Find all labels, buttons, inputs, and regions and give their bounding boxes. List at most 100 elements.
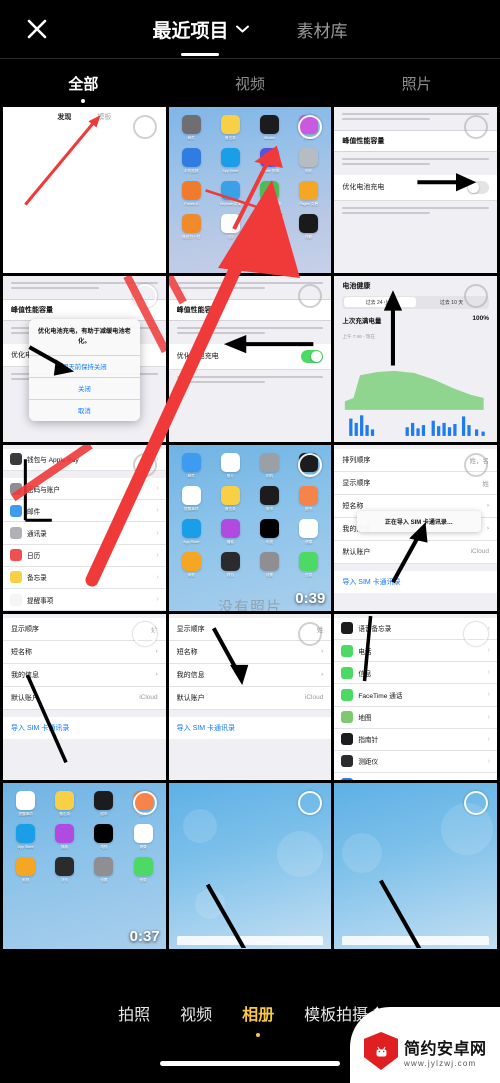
select-circle[interactable] [132,452,157,477]
dialog-action-keep-off[interactable]: 明天前保持关闭 [29,354,140,377]
app-icon-item: 信息 [126,856,159,883]
select-circle[interactable] [464,790,488,815]
app-icon [133,823,153,843]
select-circle[interactable] [298,790,323,815]
import-progress-toast: 正在导入 SIM 卡通讯录… [357,511,481,533]
chevron-right-icon: › [156,507,159,515]
app-icon-item: 邮件 [175,452,208,479]
tab-recent-projects[interactable]: 最近项目 [152,16,249,56]
app-icon [299,518,319,538]
mode-photo[interactable]: 拍照 [118,1001,150,1025]
phone-icon [341,644,354,657]
app-icon-item: 快影 [292,214,325,240]
settings-row: 邮件 › [3,500,166,523]
optimized-charging-label: 优化电池充电 [176,353,219,361]
chevron-right-icon: › [487,647,490,655]
dialog-action-off[interactable]: 关闭 [29,376,140,399]
media-thumbnail[interactable]: 电池健康 过去 24 小时 过去 10 天 上次充满电量 100% 上午 7:4… [334,275,497,442]
media-thumbnail[interactable]: 发现 模板 [3,107,166,273]
settings-row: 信息 › [334,662,497,685]
media-thumbnail[interactable]: 邮件 照片 相机 时钟 提醒事项 备忘录 股市 图书 App Store 播客 … [168,444,332,611]
select-circle[interactable] [464,452,488,477]
app-icon-item: 微信扫一扫 [175,214,208,240]
chevron-right-icon: › [156,573,159,581]
settings-row: 日历 › [3,544,166,567]
app-icon [220,115,240,134]
media-thumbnail[interactable] [334,782,497,949]
select-circle[interactable] [464,115,488,139]
app-icon-item: iBooks [253,115,286,141]
app-icon [299,148,319,167]
app-icon-item: 家庭 [9,856,42,883]
dialog-action-cancel[interactable]: 取消 [29,398,140,421]
app-icon [55,823,75,843]
app-icon [260,148,280,167]
active-tab-underline [181,52,220,56]
filter-tab-video[interactable]: 视频 [167,73,334,94]
app-icon [94,823,114,843]
select-circle[interactable] [298,452,323,477]
select-circle[interactable] [132,621,157,646]
select-circle[interactable] [132,115,157,139]
app-icon-item: Numbers 表格 [253,181,286,207]
media-thumbnail[interactable]: 峰值性能容量 优化电池充电 [168,275,332,442]
app-icon-item: 手机投屏 [175,148,208,174]
no-photo-overlay-text: 没有照片 [217,598,282,611]
app-icon-item: 邮件 [175,115,208,141]
app-icon [181,551,201,571]
mode-video[interactable]: 视频 [180,1001,212,1025]
settings-row: 指南针 › [334,728,497,751]
app-icon-item: 照片 [214,452,247,479]
watermark-title: 简约安卓网 [404,1040,487,1058]
app-icon-item: 备忘录 [48,790,81,817]
optimized-charging-toggle[interactable] [467,180,489,194]
media-thumbnail[interactable]: 邮件 备忘录 iBooks iTunes 手机投屏 App Store iMov… [168,107,332,273]
media-thumbnail[interactable]: 语音备忘录 › 电话 › 信息 › FaceTime 通话 › 地图 › 指南针 › 测距仪… [334,613,497,780]
media-thumbnail[interactable]: 显示顺序姓 短名称 › 我的信息 › 默认账户 iCloud 导入 SIM 卡通讯录 [168,613,332,780]
chevron-right-icon: › [486,525,489,533]
section-gap [334,563,497,571]
select-circle[interactable] [464,621,488,646]
media-thumbnail[interactable] [168,782,332,949]
media-grid: 发现 模板 邮件 备忘录 iBooks iTunes 手机投屏 App Stor… [0,107,500,949]
app-icon [260,551,280,571]
tab-material-library[interactable]: 素材库 [297,17,348,42]
app-icon [220,551,240,571]
media-thumbnail[interactable]: 峰值性能容量 优化电池 优化电池充电，有助于减缓电池老化。 明天前保持关闭 关闭… [3,275,166,442]
media-thumbnail[interactable]: 提醒事项 备忘录 股市 图书 App Store 播客 电视 健康 家庭 钱包 … [3,782,166,949]
media-thumbnail[interactable]: 峰值性能容量 优化电池充电 [334,107,497,273]
last-charge-header: 上次充满电量 100% [334,315,497,325]
app-icon [260,181,280,200]
segment-24h[interactable]: 过去 24 小时 [343,297,416,308]
optimized-charging-toggle[interactable] [301,349,324,363]
tab-recent-projects-label: 最近项目 [152,20,229,42]
select-circle[interactable] [298,621,323,646]
app-icon [94,856,114,876]
import-sim-contacts-row[interactable]: 导入 SIM 卡通讯录 [168,716,332,739]
filter-active-dot [81,98,86,103]
app-icon-item: Pages 文稿 [292,181,325,207]
app-icon-item: 备忘录 [214,485,247,512]
select-circle[interactable] [132,283,157,308]
chevron-right-icon: › [486,502,489,510]
app-icon-item: 提醒事项 [175,485,208,512]
import-sim-contacts-row[interactable]: 导入 SIM 卡通讯录 [334,570,497,593]
app-icon-item: 电视 [253,518,286,545]
import-sim-contacts-row[interactable]: 导入 SIM 卡通讯录 [3,716,166,739]
mode-album[interactable]: 相册 [242,1001,274,1037]
app-icon [299,214,319,233]
select-circle[interactable] [464,283,488,308]
media-thumbnail[interactable]: 排列顺序姓，名 显示顺序姓 短名称› 我的信息› 默认账户iCloud 导入 S… [334,444,497,611]
filter-tab-all[interactable]: 全部 [0,73,167,103]
app-icon [16,790,36,810]
chevron-down-icon [235,25,249,33]
watermark-text: 简约安卓网 www.jylzwj.com [404,1035,487,1068]
media-thumbnail[interactable]: 显示顺序姓 短名称 › 我的信息 › 默认账户 iCloud 导入 SIM 卡通讯录 [3,613,166,780]
watermark-ears [449,1011,466,1022]
media-thumbnail[interactable]: 钱包与 Apple Pay › 密码与账户 › 邮件 › 通讯录 › 日历 › 备忘录 › … [3,444,166,611]
app-icon-item: 相机 [292,148,325,174]
app-icon [181,485,201,505]
settings-row: 密码与账户 › [3,478,166,501]
decorative-blob [342,832,383,873]
select-circle[interactable] [132,790,157,815]
